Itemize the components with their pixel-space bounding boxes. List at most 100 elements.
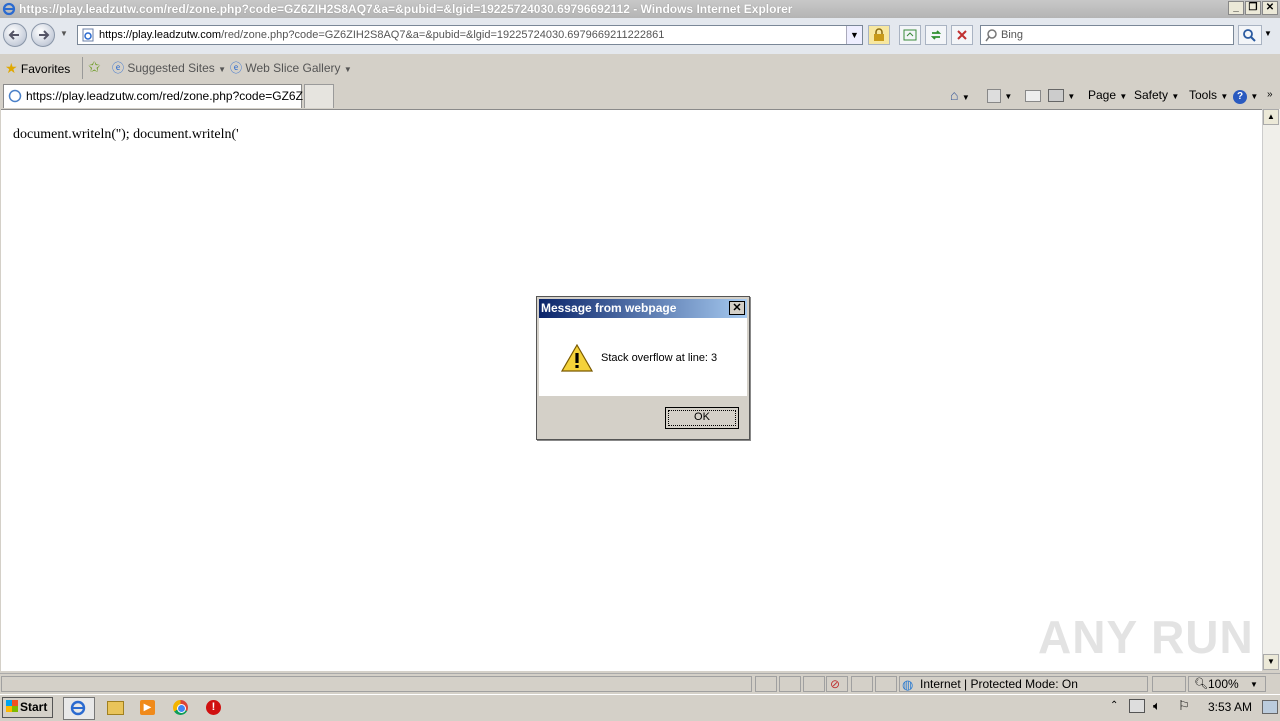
compatibility-view-button[interactable] <box>899 25 921 45</box>
status-text-cell <box>1 676 752 692</box>
dialog-close-button[interactable]: ✕ <box>729 301 745 315</box>
network-icon[interactable] <box>1129 699 1145 713</box>
volume-icon[interactable]: 🔈︎ <box>1153 698 1161 714</box>
show-desktop-button[interactable] <box>1262 700 1278 714</box>
forward-button[interactable] <box>31 23 55 47</box>
status-cell <box>755 676 777 692</box>
media-player-icon: ▶ <box>140 700 155 715</box>
forward-arrow-icon <box>39 30 50 40</box>
start-button[interactable]: Start <box>2 697 53 718</box>
taskbar-explorer-button[interactable] <box>100 697 130 718</box>
rss-icon <box>987 88 1001 103</box>
protected-mode-settings-button[interactable] <box>1152 676 1186 692</box>
search-options-dropdown[interactable]: ▼ <box>1264 29 1272 38</box>
tools-menu-label: Tools <box>1189 88 1218 102</box>
page-menu-label: Page <box>1088 88 1117 102</box>
read-mail-button[interactable] <box>1025 86 1041 104</box>
refresh-icon <box>930 30 942 40</box>
minimize-button[interactable]: _ <box>1228 1 1244 15</box>
back-arrow-icon <box>8 30 19 40</box>
loading-page-icon <box>8 89 22 103</box>
suggested-sites-button[interactable]: ⓔ Suggested Sites ▼ <box>112 59 226 77</box>
ok-button[interactable]: OK <box>665 407 739 429</box>
home-button[interactable]: ⌂ ▼ <box>950 86 970 104</box>
web-slice-gallery-label: Web Slice Gallery <box>245 61 341 75</box>
security-lock-button[interactable] <box>868 25 890 45</box>
favorites-label: Favorites <box>20 62 71 76</box>
search-placeholder: Bing <box>1001 29 1024 41</box>
chevron-down-icon: ▼ <box>343 65 352 74</box>
status-cell <box>803 676 825 692</box>
ie-logo-icon <box>70 700 86 716</box>
vertical-scrollbar[interactable]: ▲ ▼ <box>1262 109 1280 670</box>
address-url: https://play.leadzutw.com/red/zone.php?c… <box>99 29 665 41</box>
dialog-title: Message from webpage <box>541 301 677 315</box>
favorites-divider <box>82 57 83 79</box>
dialog-title-bar: Message from webpage ✕ <box>539 299 747 318</box>
refresh-button[interactable] <box>925 25 947 45</box>
status-cell <box>851 676 873 692</box>
tab-label: https://play.leadzutw.com/red/zone.php?c… <box>26 89 313 103</box>
search-button[interactable] <box>1238 25 1262 45</box>
taskbar-alert-button[interactable]: ! <box>199 697 229 718</box>
address-dropdown-button[interactable]: ▼ <box>846 26 862 44</box>
action-center-flag-icon[interactable]: ⚐ <box>1178 698 1190 714</box>
add-to-favorites-icon[interactable]: ✩ <box>88 58 101 76</box>
zoom-level: 100% <box>1208 677 1239 691</box>
alert-dialog: Message from webpage ✕ Stack overflow at… <box>536 296 750 440</box>
show-hidden-icons-button[interactable]: ⌃ <box>1110 700 1118 711</box>
chevron-down-icon: ▼ <box>218 65 227 74</box>
tab-active[interactable]: https://play.leadzutw.com/red/zone.php?c… <box>3 84 313 108</box>
ie-page-icon: ⓔ <box>230 61 243 75</box>
status-cell <box>875 676 897 692</box>
safety-menu[interactable]: Safety ▼ <box>1134 86 1179 104</box>
dialog-body: Stack overflow at line: 3 <box>539 318 747 396</box>
lock-icon <box>874 28 884 41</box>
recent-pages-dropdown[interactable]: ▼ <box>60 29 68 38</box>
start-label: Start <box>20 700 48 714</box>
page-icon <box>82 28 94 42</box>
print-button[interactable]: ▼ <box>1048 86 1075 104</box>
back-button[interactable] <box>3 23 27 47</box>
scroll-down-arrow-icon[interactable]: ▼ <box>1263 654 1279 670</box>
help-button[interactable]: ? ▼ <box>1233 86 1258 104</box>
address-bar[interactable]: https://play.leadzutw.com/red/zone.php?c… <box>77 25 863 45</box>
stop-icon <box>957 30 967 40</box>
web-slice-gallery-button[interactable]: ⓔ Web Slice Gallery ▼ <box>230 59 352 77</box>
taskbar-media-player-button[interactable]: ▶ <box>133 697 163 718</box>
clock[interactable]: 3:53 AM <box>1208 700 1252 714</box>
page-body-text: document.writeln(''); document.writeln(' <box>13 127 239 142</box>
new-tab-button[interactable] <box>304 84 334 108</box>
favorites-button[interactable]: ★ Favorites <box>5 59 70 77</box>
printer-icon <box>1048 89 1064 103</box>
windows-logo-icon <box>6 700 18 712</box>
feeds-button[interactable]: ▼ <box>987 86 1012 104</box>
more-commands-chevron-icon[interactable]: » <box>1267 86 1273 104</box>
search-icon <box>1243 29 1256 42</box>
security-zone-text: Internet | Protected Mode: On <box>920 677 1078 691</box>
chevron-down-icon: ▼ <box>1250 680 1258 689</box>
search-box[interactable]: Bing <box>980 25 1234 45</box>
red-alert-icon: ! <box>206 700 221 715</box>
status-cell <box>779 676 801 692</box>
stop-button[interactable] <box>951 25 973 45</box>
ie-page-icon: ⓔ <box>112 61 125 75</box>
safety-menu-label: Safety <box>1134 88 1169 102</box>
home-icon: ⌂ <box>950 87 959 103</box>
popup-blocked-cell[interactable]: ⊘ <box>826 676 848 692</box>
star-icon: ★ <box>5 60 18 76</box>
scroll-up-arrow-icon[interactable]: ▲ <box>1263 109 1279 125</box>
page-menu[interactable]: Page ▼ <box>1088 86 1127 104</box>
taskbar-chrome-button[interactable] <box>166 697 196 718</box>
folder-icon <box>107 701 124 715</box>
mail-icon <box>1025 89 1041 102</box>
taskbar-ie-button[interactable] <box>63 697 95 720</box>
compatibility-icon <box>903 29 917 41</box>
title-bar: https://play.leadzutw.com/red/zone.php?c… <box>0 0 1280 18</box>
tools-menu[interactable]: Tools ▼ <box>1189 86 1228 104</box>
bing-icon <box>985 29 997 42</box>
close-window-button[interactable]: ✕ <box>1262 1 1278 15</box>
window-title: https://play.leadzutw.com/red/zone.php?c… <box>19 2 793 16</box>
blocked-icon: ⊘ <box>830 677 841 691</box>
restore-button[interactable]: ❐ <box>1245 1 1261 15</box>
